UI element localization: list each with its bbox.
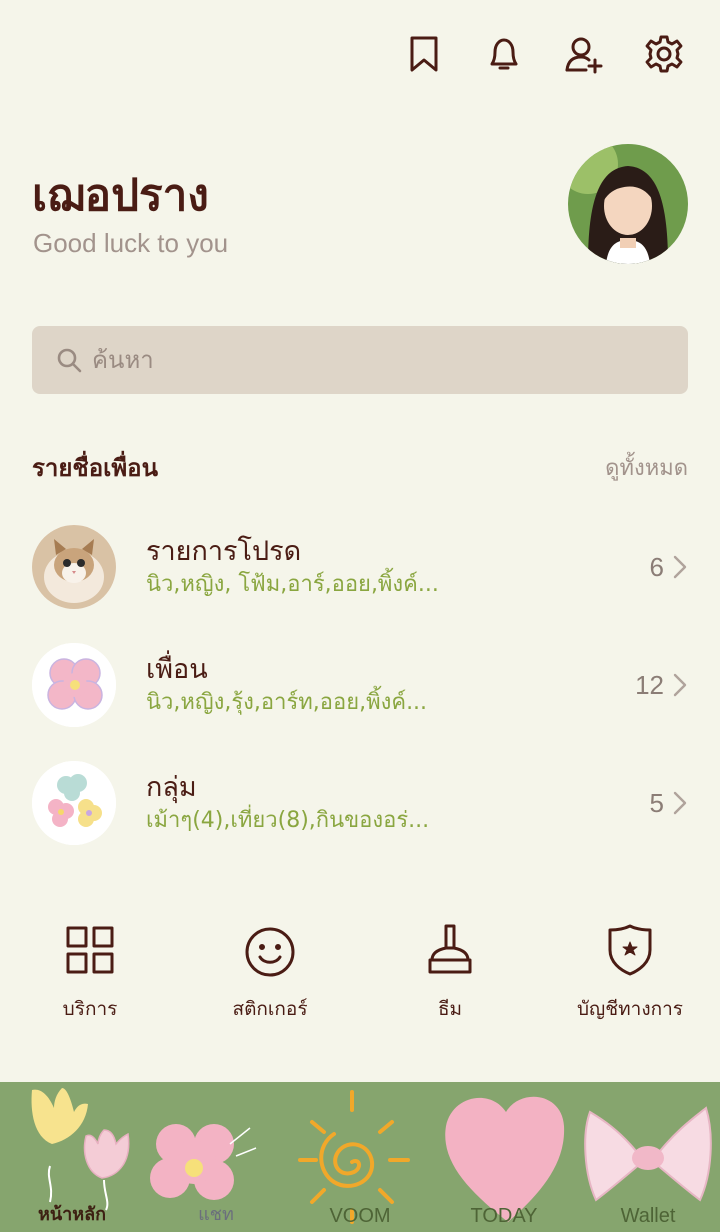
stickers-label: สติกเกอร์ (232, 998, 308, 1020)
themes-button[interactable]: ธีม (360, 920, 540, 1024)
list-item-count: 12 (635, 670, 688, 701)
search-input[interactable] (92, 346, 652, 374)
heart-icon (445, 1096, 565, 1222)
list-item-favorites[interactable]: รายการโปรด นิว,หญิง, โฟ้ม,อาร์,ออย,พิ้งค… (32, 508, 688, 626)
list-item-title: รายการโปรด (146, 536, 302, 567)
profile-status-message[interactable]: Good luck to you (33, 228, 228, 259)
smiley-icon (245, 927, 295, 977)
shield-star-icon (608, 924, 652, 976)
bookmark-button[interactable] (404, 30, 444, 78)
services-row: บริการ สติกเกอร์ ธีม บัญชีทางการ (0, 920, 720, 1024)
tab-wallet[interactable]: Wallet (576, 1205, 720, 1228)
official-accounts-label: บัญชีทางการ (577, 998, 683, 1020)
see-all-link[interactable]: ดูทั้งหมด (605, 450, 688, 485)
list-item-count: 6 (650, 552, 688, 583)
list-item-subtitle: นิว,หญิง, โฟ้ม,อาร์,ออย,พิ้งค์... (146, 572, 439, 597)
settings-icon (645, 35, 683, 73)
list-item-title: เพื่อน (146, 654, 208, 685)
list-item-subtitle: เม้าๆ(4),เที่ยว(8),กินของอร่... (146, 808, 430, 833)
services-button[interactable]: บริการ (0, 920, 180, 1024)
list-item-title: กลุ่ม (146, 772, 197, 803)
friend-list: รายการโปรด นิว,หญิง, โฟ้ม,อาร์,ออย,พิ้งค… (32, 508, 688, 862)
notifications-button[interactable] (484, 30, 524, 78)
count-value: 6 (649, 551, 664, 582)
list-item-subtitle: นิว,หญิง,รุ้ง,อาร์ท,ออย,พิ้งค์... (146, 690, 428, 715)
add-friend-icon (565, 37, 603, 74)
bell-icon (490, 38, 518, 70)
sun-icon (298, 1090, 410, 1224)
add-friend-button[interactable] (564, 30, 604, 78)
friends-section-header: รายชื่อเพื่อน ดูทั้งหมด (32, 448, 688, 487)
themes-label: ธีม (437, 998, 463, 1020)
tulip-icon (31, 1088, 130, 1211)
list-item-friends[interactable]: เพื่อน นิว,หญิง,รุ้ง,อาร์ท,ออย,พิ้งค์...… (32, 626, 688, 744)
flower-icon (150, 1124, 257, 1200)
bookmark-icon (410, 36, 438, 72)
grid-icon (66, 926, 114, 974)
settings-button[interactable] (644, 30, 684, 78)
profile-name[interactable]: เฌอปราง (32, 160, 209, 230)
chevron-right-icon (673, 555, 687, 579)
count-value: 5 (649, 787, 664, 818)
top-toolbar (404, 30, 684, 78)
tab-chat[interactable]: แชท (144, 1199, 288, 1228)
friends-thumbnail (32, 643, 116, 727)
services-label: บริการ (62, 998, 118, 1020)
groups-thumbnail (32, 761, 116, 845)
brush-icon (428, 924, 472, 974)
search-icon (57, 348, 82, 373)
tab-today[interactable]: TODAY (432, 1205, 576, 1228)
chevron-right-icon (673, 673, 687, 697)
tab-voom[interactable]: VOOM (288, 1205, 432, 1228)
bottom-tab-bar: หน้าหลัก แชท VOOM TODAY Wallet (0, 1082, 720, 1232)
chevron-right-icon (673, 791, 687, 815)
official-accounts-button[interactable]: บัญชีทางการ (540, 920, 720, 1024)
favorites-thumbnail (32, 525, 116, 609)
profile-avatar[interactable] (568, 144, 688, 264)
friends-section-title: รายชื่อเพื่อน (32, 454, 158, 482)
stickers-button[interactable]: สติกเกอร์ (180, 920, 360, 1024)
search-bar[interactable] (32, 326, 688, 394)
list-item-groups[interactable]: กลุ่ม เม้าๆ(4),เที่ยว(8),กินของอร่... 5 (32, 744, 688, 862)
count-value: 12 (635, 669, 664, 700)
tab-home[interactable]: หน้าหลัก (0, 1199, 144, 1228)
list-item-count: 5 (650, 788, 688, 819)
bow-icon (584, 1106, 712, 1202)
